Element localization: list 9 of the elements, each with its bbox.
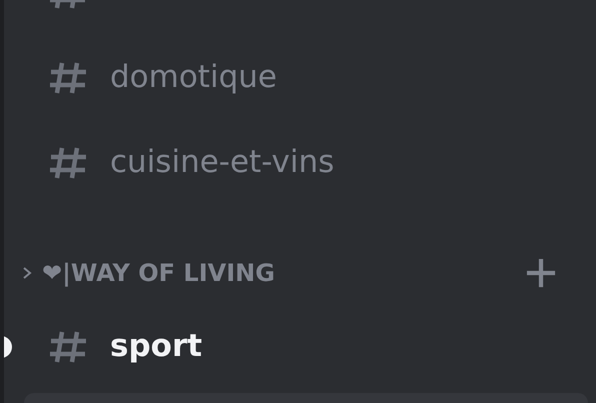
chevron-icon[interactable] bbox=[22, 266, 32, 280]
hash-icon bbox=[48, 60, 88, 94]
hash-icon bbox=[48, 330, 88, 364]
channel-name[interactable]: sport bbox=[110, 328, 202, 366]
hash-icon bbox=[48, 146, 88, 180]
channel-name[interactable]: domotique bbox=[110, 58, 277, 96]
channel-name[interactable]: cuisine-et-vins bbox=[110, 144, 334, 182]
plus-icon[interactable] bbox=[526, 258, 556, 288]
category-label[interactable]: ❤|WAY OF LIVING bbox=[42, 259, 275, 287]
